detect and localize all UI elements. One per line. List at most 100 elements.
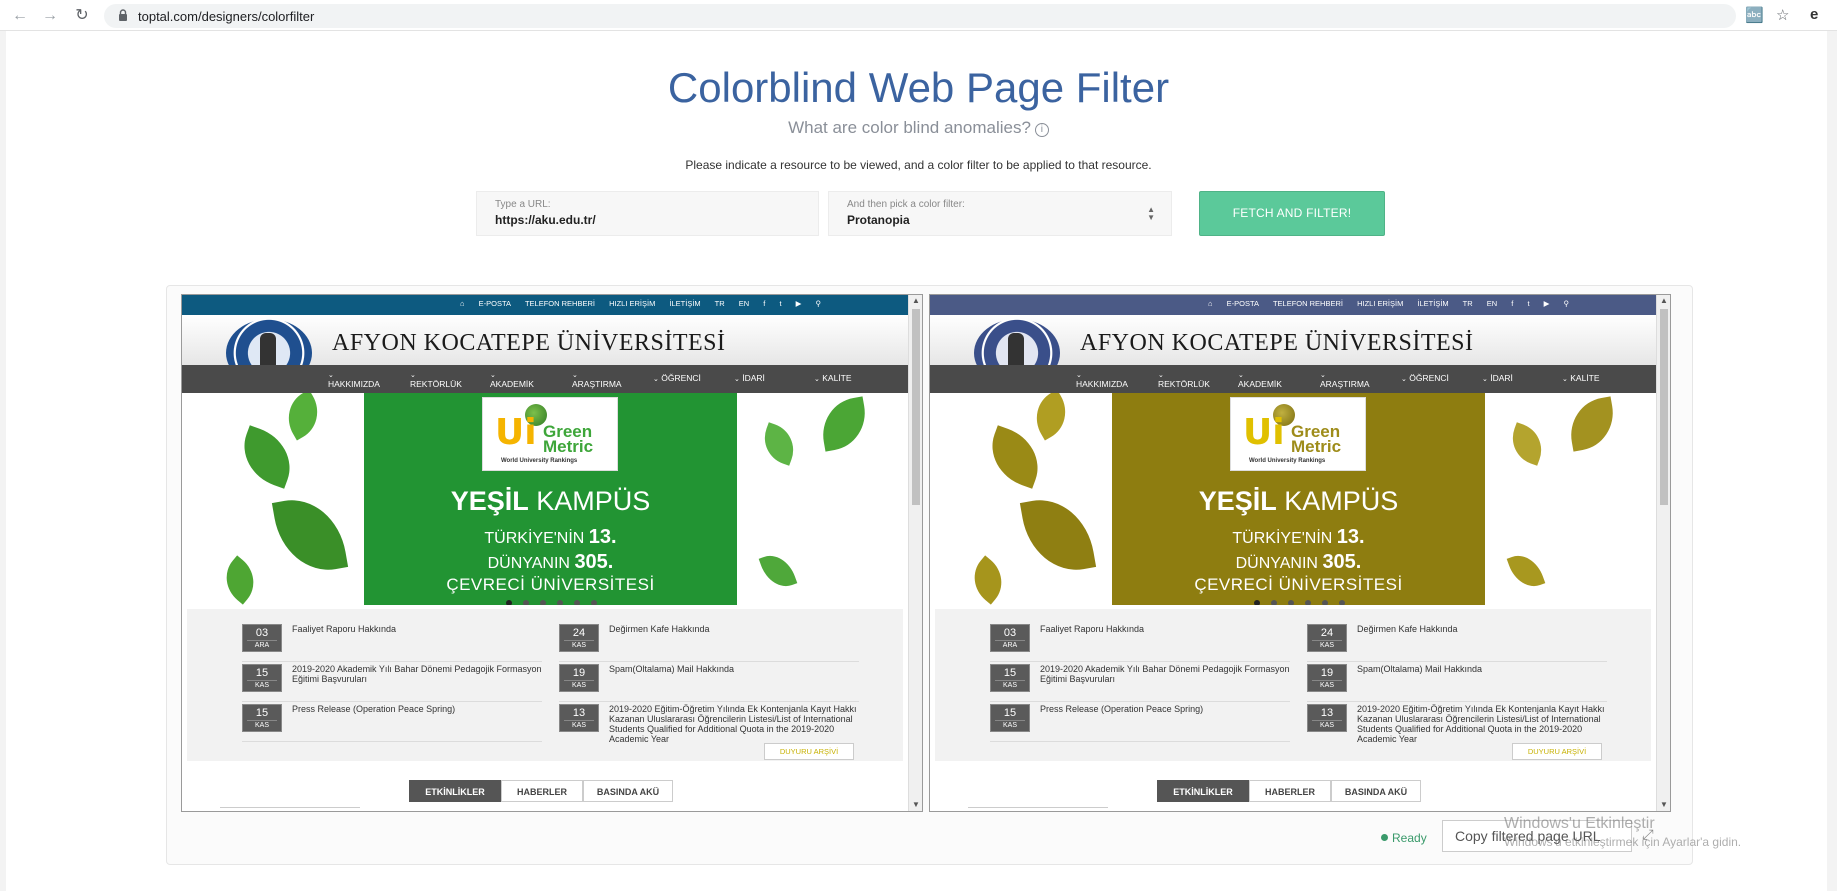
topbar-link[interactable]: İLETİŞİM: [1417, 299, 1448, 308]
news-item[interactable]: 19 KAS Spam(Oltalama) Mail Hakkında: [559, 664, 859, 702]
scroll-up-arrow-icon[interactable]: ▲: [909, 295, 922, 307]
home-icon[interactable]: ⌂: [1208, 299, 1213, 308]
forward-icon[interactable]: →: [40, 6, 60, 26]
scroll-down-arrow-icon[interactable]: ▼: [909, 799, 922, 811]
nav-label: KALİTE: [1570, 373, 1600, 383]
tab-haberler[interactable]: HABERLER: [1249, 780, 1331, 802]
announcement-archive-button[interactable]: DUYURU ARŞİVİ: [1512, 743, 1602, 760]
topbar-link[interactable]: HIZLI ERİŞİM: [1357, 299, 1403, 308]
url-field[interactable]: Type a URL: https://aku.edu.tr/: [476, 191, 819, 236]
news-item[interactable]: 03 ARA Faaliyet Raporu Hakkında: [990, 624, 1290, 662]
nav-item-arastirma[interactable]: ⌄ ARAŞTIRMA: [1320, 369, 1370, 389]
nav-item-hakkimizda[interactable]: ⌄ HAKKIMIZDA: [328, 369, 380, 389]
scroll-thumb[interactable]: [1660, 309, 1668, 505]
divider: [968, 807, 1108, 811]
scrollbar[interactable]: ▲ ▼: [908, 295, 922, 811]
news-item[interactable]: 24 KAS Değirmen Kafe Hakkında: [559, 624, 859, 662]
address-bar[interactable]: toptal.com/designers/colorfilter: [104, 4, 1736, 28]
url-field-value[interactable]: https://aku.edu.tr/: [495, 213, 596, 227]
tab-etkinlikler[interactable]: ETKİNLİKLER: [1157, 780, 1249, 802]
nav-item-kalite[interactable]: ⌄ KALİTE: [814, 373, 852, 383]
topbar-link[interactable]: TR: [715, 299, 725, 308]
reload-icon[interactable]: ↻: [72, 6, 92, 26]
fetch-and-filter-button[interactable]: FETCH AND FILTER!: [1199, 191, 1385, 236]
news-item[interactable]: 15 KAS 2019-2020 Akademik Yılı Bahar Döne…: [242, 664, 542, 702]
youtube-icon[interactable]: ▶: [796, 299, 802, 308]
original-page-frame[interactable]: ⌂ E-POSTA TELEFON REHBERİ HIZLI ERİŞİM İ…: [181, 294, 923, 812]
hero-slider[interactable]: Ui Green Metric World University Ranking…: [930, 393, 1656, 605]
tab-basinda-aku[interactable]: BASINDA AKÜ: [1331, 780, 1421, 802]
news-item[interactable]: 19 KAS Spam(Oltalama) Mail Hakkında: [1307, 664, 1607, 702]
hero-line-turkey: TÜRKİYE'NİN 13.: [1112, 526, 1485, 549]
nav-item-hakkimizda[interactable]: ⌄ HAKKIMIZDA: [1076, 369, 1128, 389]
topbar-link[interactable]: TELEFON REHBERİ: [525, 299, 595, 308]
university-name: AFYON KOCATEPE ÜNİVERSİTESİ: [332, 330, 726, 356]
slider-dots[interactable]: [1254, 593, 1356, 605]
hero-line-world: DÜNYANIN 305.: [364, 551, 737, 574]
tab-haberler[interactable]: HABERLER: [501, 780, 583, 802]
news-title: 2019-2020 Akademik Yılı Bahar Dönemi Ped…: [1040, 664, 1290, 684]
search-icon[interactable]: ⚲: [1564, 299, 1570, 308]
topbar-link[interactable]: E-POSTA: [479, 299, 511, 308]
facebook-icon[interactable]: f: [763, 299, 765, 308]
search-icon[interactable]: ⚲: [816, 299, 822, 308]
news-title: Değirmen Kafe Hakkında: [1357, 624, 1458, 634]
hero-banner: Ui Green Metric World University Ranking…: [1112, 393, 1485, 605]
topbar-link[interactable]: HIZLI ERİŞİM: [609, 299, 655, 308]
nav-item-kalite[interactable]: ⌄ KALİTE: [1562, 373, 1600, 383]
hero-headline-rest: KAMPÜS: [1284, 486, 1399, 516]
tab-etkinlikler[interactable]: ETKİNLİKLER: [409, 780, 501, 802]
tab-basinda-aku[interactable]: BASINDA AKÜ: [583, 780, 673, 802]
nav-label: HAKKIMIZDA: [328, 379, 380, 389]
nav-label: HAKKIMIZDA: [1076, 379, 1128, 389]
scrollbar[interactable]: ▲ ▼: [1656, 295, 1670, 811]
news-item[interactable]: 15 KAS 2019-2020 Akademik Yılı Bahar Döne…: [990, 664, 1290, 702]
topbar-link[interactable]: EN: [739, 299, 749, 308]
youtube-icon[interactable]: ▶: [1544, 299, 1550, 308]
nav-item-rektorluk[interactable]: ⌄ REKTÖRLÜK: [1158, 369, 1210, 389]
nav-label: AKADEMİK: [1238, 379, 1282, 389]
news-item[interactable]: 24 KAS Değirmen Kafe Hakkında: [1307, 624, 1607, 662]
slider-dots[interactable]: [506, 593, 608, 605]
announcement-archive-button[interactable]: DUYURU ARŞİVİ: [764, 743, 854, 760]
nav-item-akademik[interactable]: ⌄ AKADEMİK: [1238, 369, 1282, 389]
topbar-link[interactable]: EN: [1487, 299, 1497, 308]
scroll-thumb[interactable]: [912, 309, 920, 505]
date-badge: 19 KAS: [559, 664, 599, 692]
select-arrows-icon: ▲ ▼: [1147, 205, 1155, 222]
scroll-down-arrow-icon[interactable]: ▼: [1657, 799, 1670, 811]
twitter-icon[interactable]: t: [779, 299, 781, 308]
profile-icon[interactable]: e: [1810, 6, 1818, 23]
topbar-link[interactable]: TELEFON REHBERİ: [1273, 299, 1343, 308]
color-blind-anomalies-link[interactable]: What are color blind anomalies? i: [0, 118, 1837, 138]
announcements: 03 ARA Faaliyet Raporu Hakkında 15 KAS 201…: [187, 609, 903, 761]
nav-item-idari[interactable]: ⌄ İDARİ: [734, 373, 765, 383]
twitter-icon[interactable]: t: [1527, 299, 1529, 308]
topbar-link[interactable]: TR: [1463, 299, 1473, 308]
news-item[interactable]: 15 KAS Press Release (Operation Peace Spr…: [242, 704, 542, 742]
bookmark-star-icon[interactable]: ☆: [1776, 6, 1789, 24]
color-filter-select[interactable]: And then pick a color filter: Protanopia…: [828, 191, 1172, 236]
scroll-up-arrow-icon[interactable]: ▲: [1657, 295, 1670, 307]
filtered-page-frame[interactable]: ⌂ E-POSTA TELEFON REHBERİ HIZLI ERİŞİM İ…: [929, 294, 1671, 812]
news-item[interactable]: 03 ARA Faaliyet Raporu Hakkında: [242, 624, 542, 662]
facebook-icon[interactable]: f: [1511, 299, 1513, 308]
news-item[interactable]: 15 KAS Press Release (Operation Peace Spr…: [990, 704, 1290, 742]
nav-item-idari[interactable]: ⌄ İDARİ: [1482, 373, 1513, 383]
leaf-image: [1505, 422, 1549, 466]
nav-item-rektorluk[interactable]: ⌄ REKTÖRLÜK: [410, 369, 462, 389]
nav-item-akademik[interactable]: ⌄ AKADEMİK: [490, 369, 534, 389]
translate-icon[interactable]: 🔤: [1745, 6, 1764, 24]
back-icon[interactable]: ←: [10, 6, 30, 26]
topbar-link[interactable]: İLETİŞİM: [669, 299, 700, 308]
news-item[interactable]: 13 KAS 2019-2020 Eğitim-Öğretim Yılında E…: [559, 704, 859, 744]
nav-item-ogrenci[interactable]: ⌄ ÖĞRENCİ: [653, 373, 701, 383]
news-item[interactable]: 13 KAS 2019-2020 Eğitim-Öğretim Yılında E…: [1307, 704, 1607, 744]
home-icon[interactable]: ⌂: [460, 299, 465, 308]
nav-item-arastirma[interactable]: ⌄ ARAŞTIRMA: [572, 369, 622, 389]
badge-ui-text: Ui: [495, 412, 537, 453]
hero-slider[interactable]: Ui Green Metric World University Ranking…: [182, 393, 908, 605]
date-badge: 03 ARA: [242, 624, 282, 652]
topbar-link[interactable]: E-POSTA: [1227, 299, 1259, 308]
nav-item-ogrenci[interactable]: ⌄ ÖĞRENCİ: [1401, 373, 1449, 383]
